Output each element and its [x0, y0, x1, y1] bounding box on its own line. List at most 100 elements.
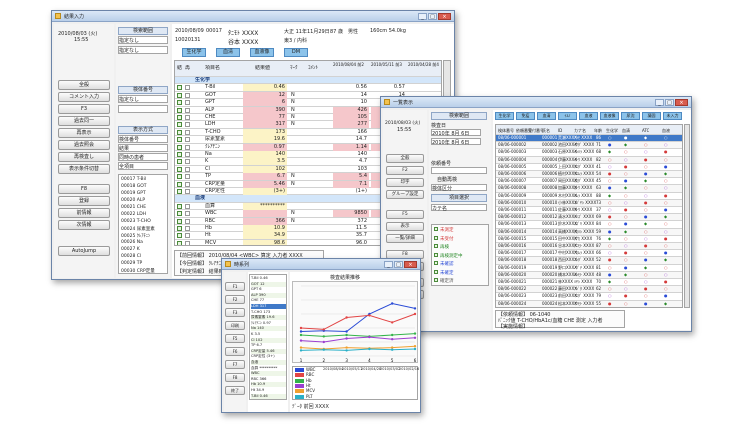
status-mark-icon[interactable]: ○	[624, 214, 628, 221]
status-mark-icon[interactable]: ●	[644, 243, 648, 250]
specimen-list-item[interactable]: 00026 Na	[121, 240, 143, 245]
status-mark-icon[interactable]: ○	[644, 236, 648, 243]
status-mark-icon[interactable]: ●	[664, 149, 668, 156]
ts-item-row[interactable]: T-Bil 0.46	[251, 393, 286, 399]
specimen-list-item[interactable]: 00025 ｸﾚｱﾁﾆﾝ	[121, 233, 150, 239]
status-mark-icon[interactable]: ○	[608, 164, 612, 171]
status-mark-icon[interactable]: ○	[608, 293, 612, 300]
specimen-list-item[interactable]: 00018 GOT	[121, 184, 147, 189]
status-mark-icon[interactable]: ○	[644, 149, 648, 156]
done-checkbox[interactable]	[177, 218, 182, 224]
specimen-row[interactable]: 08/06-000008 000008 加藤XXXX ｶﾄｳ XXXX 63 ● ◆ ○ ○	[496, 185, 682, 193]
status-mark-icon[interactable]: ○	[608, 157, 612, 164]
recheck-checkbox[interactable]	[185, 159, 190, 165]
side-button-6[interactable]: 再検査し	[58, 152, 110, 162]
done-checkbox[interactable]	[177, 129, 182, 135]
status-mark-icon[interactable]: ○	[624, 193, 628, 200]
recheck-checkbox[interactable]	[185, 218, 190, 224]
status-mark-icon[interactable]: ◆	[644, 265, 647, 272]
ts-item-row[interactable]: T-Bil 0.46	[251, 276, 286, 281]
done-checkbox[interactable]	[177, 174, 182, 180]
request-number-input[interactable]	[431, 167, 487, 174]
status-mark-icon[interactable]: ●	[624, 265, 628, 272]
maximize-icon[interactable]: □	[428, 12, 437, 20]
ts-item-row[interactable]: 尿素窒素 19.6	[251, 315, 286, 321]
specimen-row[interactable]: 08/06-000019 000019 野口XXXX ﾉｸﾞﾁ XXXX 81 ○ ● ◆ ○	[496, 265, 682, 272]
recheck-checkbox[interactable]	[185, 129, 190, 135]
done-checkbox[interactable]	[177, 122, 182, 128]
specimen-row[interactable]: 08/06-000002 000002 池田XXXX ｲｹﾀﾞ XXXX 71 ● ◆ ○ ○	[496, 142, 682, 150]
done-checkbox[interactable]	[177, 211, 182, 217]
specimen-row[interactable]: 08/06-000015 000015 田中XXXX ﾀﾅｶ XXXX 76 ◆ ○ ○ ●	[496, 236, 682, 243]
specimen-row[interactable]: 08/06-000022 000022 藤田XXXX ﾌｼﾞﾀ XXXX 62 ○ ○ ● ○	[496, 286, 682, 294]
recheck-checkbox[interactable]	[185, 240, 190, 245]
ts-side-button-0[interactable]: F1	[225, 282, 245, 291]
status-mark-icon[interactable]: ○	[644, 279, 648, 286]
status-mark-icon[interactable]: ○	[664, 185, 668, 192]
close-icon[interactable]: ×	[438, 12, 451, 20]
specimen-list-item[interactable]: 00029 TP	[121, 261, 142, 266]
minimize-icon[interactable]: _	[384, 260, 393, 268]
status-mark-icon[interactable]: ○	[644, 229, 648, 236]
status-mark-icon[interactable]: ○	[624, 301, 628, 307]
search-date-select[interactable]: 指定なし	[118, 46, 168, 54]
status-mark-icon[interactable]: ○	[608, 207, 612, 214]
done-checkbox[interactable]	[177, 226, 182, 231]
status-mark-icon[interactable]: ○	[624, 157, 628, 164]
result-value-cell[interactable]: 3.5	[243, 158, 287, 166]
result-value-cell[interactable]: 10.9	[243, 225, 287, 232]
legend-checkbox[interactable]	[434, 269, 438, 274]
status-mark-icon[interactable]: ◆	[664, 301, 667, 307]
maximize-icon[interactable]: □	[394, 260, 403, 268]
ts-item-row[interactable]: WBC	[251, 371, 286, 377]
recheck-checkbox[interactable]	[185, 211, 190, 217]
done-checkbox[interactable]	[177, 233, 182, 239]
recheck-checkbox[interactable]	[185, 85, 190, 91]
display-mode-select-2[interactable]: 結果	[118, 144, 168, 152]
result-value-cell[interactable]: 6.7	[243, 173, 287, 181]
recheck-checkbox[interactable]	[185, 137, 190, 143]
specimen-row[interactable]: 08/06-000017 000017 中村XXXX ﾅｶﾑﾗ XXXX 66 ○ ● ○ ●	[496, 250, 682, 258]
result-row[interactable]: 生化学	[175, 77, 441, 85]
legend-checkbox[interactable]	[434, 278, 438, 282]
status-mark-icon[interactable]: ●	[664, 207, 668, 214]
status-mark-icon[interactable]: ●	[664, 279, 668, 286]
list-side-button-4[interactable]: F5	[386, 210, 424, 219]
status-mark-icon[interactable]: ○	[644, 272, 648, 279]
status-mark-icon[interactable]: ○	[608, 243, 612, 250]
recheck-checkbox[interactable]	[185, 174, 190, 180]
recheck-checkbox[interactable]	[185, 152, 190, 157]
side-button-12[interactable]: AutoJump	[58, 246, 110, 256]
side-button-4[interactable]: 再表示	[58, 128, 110, 138]
status-mark-icon[interactable]: ◆	[608, 149, 611, 156]
status-mark-icon[interactable]: ○	[608, 200, 612, 207]
result-value-cell[interactable]: 98.6	[243, 239, 287, 245]
ts-side-button-3[interactable]: 印刷	[225, 321, 245, 330]
ts-item-row[interactable]: Ht 34.9	[251, 388, 286, 393]
status-mark-icon[interactable]: ●	[664, 236, 668, 243]
recheck-checkbox[interactable]	[185, 181, 190, 187]
result-value-cell[interactable]: 19.6	[243, 136, 287, 144]
ts-item-row[interactable]: ALP 390	[251, 292, 286, 298]
list-scrollbar[interactable]	[684, 124, 690, 308]
done-checkbox[interactable]	[177, 189, 182, 194]
status-mark-icon[interactable]: ○	[644, 142, 648, 149]
ts-item-row[interactable]: 血液	[251, 360, 286, 365]
status-mark-icon[interactable]: ○	[664, 229, 668, 236]
legend-checkbox[interactable]	[434, 227, 438, 231]
status-mark-icon[interactable]: ●	[608, 214, 612, 221]
status-mark-icon[interactable]: ◆	[664, 257, 667, 264]
specimen-list-item[interactable]: 00028 Cl	[121, 254, 141, 259]
status-mark-icon[interactable]: ○	[608, 178, 612, 185]
status-mark-icon[interactable]: ●	[608, 185, 612, 192]
tab-biochemistry[interactable]: 生化学	[182, 48, 206, 57]
result-value-cell[interactable]: (3+)	[243, 188, 287, 195]
specimen-row[interactable]: 08/06-000004 000004 伊藤XXXX ｲﾄｳ XXXX 82 ○ ○ ● ○	[496, 156, 682, 164]
side-button-7[interactable]: 表示条件切替	[58, 164, 110, 174]
specimen-list-item[interactable]: 00021 CHE	[121, 205, 146, 210]
recheck-checkbox[interactable]	[185, 144, 190, 150]
list-tab-7[interactable]: 凝固	[642, 112, 661, 120]
done-checkbox[interactable]	[177, 137, 182, 143]
ts-side-button-6[interactable]: F7	[225, 360, 245, 369]
ts-item-row[interactable]: RBC 366	[251, 377, 286, 382]
